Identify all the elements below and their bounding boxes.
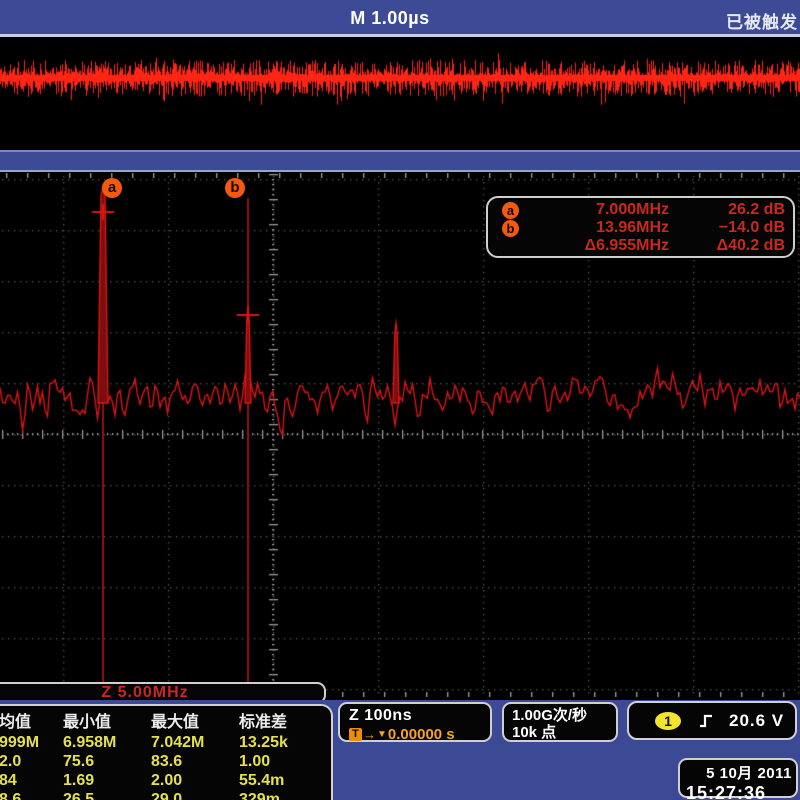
meas-cell: 13.25k (239, 733, 327, 752)
bottom-bar: 均值 最小值 最大值 标准差 999M 6.958M 7.042M 13.25k… (0, 700, 800, 800)
rising-edge-icon (699, 713, 713, 729)
meas-cell: 26.5 (63, 790, 151, 800)
trigger-t-icon: T (349, 728, 362, 741)
meas-cell: 75.6 (63, 752, 151, 771)
measurement-row: 8.6 26.5 29.0 329m (0, 790, 327, 800)
meas-cell: 1.00 (239, 752, 327, 771)
meas-cell: 55.4m (239, 771, 327, 790)
cursor-delta-row: Δ6.955MHz Δ40.2 dB (502, 237, 785, 255)
pointer-down-icon: ▼ (377, 729, 387, 740)
meas-cell: 1.69 (63, 771, 151, 790)
window-divider (0, 150, 800, 172)
trigger-status: 已被触发 (726, 8, 798, 33)
titlebar: M 1.00µs 已被触发 (0, 0, 800, 37)
meas-cell: 83.6 (151, 752, 239, 771)
cursor-b-badge: b (225, 178, 245, 198)
header-mean: 均值 (0, 708, 63, 733)
cursor-b-frequency: 13.96MHz (519, 219, 669, 237)
meas-cell: 7.042M (151, 733, 239, 752)
cursor-b-level: −14.0 dB (669, 219, 785, 237)
measurement-header-row: 均值 最小值 最大值 标准差 (0, 708, 327, 733)
meas-cell: 29.0 (151, 790, 239, 800)
cursor-delta-spacer (502, 238, 519, 255)
cursor-a-badge-icon: a (502, 202, 519, 219)
header-max: 最大值 (151, 708, 239, 733)
meas-cell: 329m (239, 790, 327, 800)
header-min: 最小值 (63, 708, 151, 733)
zoom-position-readout: T → ▼ 0.00000 s (349, 726, 490, 743)
zoom-delay-value: 0.00000 s (388, 726, 455, 743)
cursor-a-row: a 7.000MHz 26.2 dB (502, 201, 785, 219)
date-readout: 5 10月 2011 (686, 762, 792, 783)
meas-cell: 6.958M (63, 733, 151, 752)
meas-cell: 999M (0, 733, 63, 752)
measurement-table: 均值 最小值 最大值 标准差 999M 6.958M 7.042M 13.25k… (0, 708, 327, 800)
sample-rate: 1.00G次/秒 (512, 707, 616, 724)
arrow-right-icon: → (363, 727, 376, 742)
time-readout: 15:27:36 (686, 783, 792, 800)
channel-waveform-canvas (0, 40, 800, 150)
record-length: 10k 点 (512, 724, 616, 741)
channel-1-badge: 1 (655, 712, 681, 730)
main-timebase-readout: M 1.00µs (0, 8, 780, 29)
cursor-a-level: 26.2 dB (669, 201, 785, 219)
meas-cell: 84 (0, 771, 63, 790)
zoom-timebase-box: Z 100ns T → ▼ 0.00000 s (338, 702, 492, 742)
measurement-row: 999M 6.958M 7.042M 13.25k (0, 733, 327, 752)
meas-cell: 2.00 (151, 771, 239, 790)
header-stddev: 标准差 (239, 708, 327, 733)
cursor-delta-frequency: Δ6.955MHz (519, 237, 669, 255)
cursor-a-frequency: 7.000MHz (519, 201, 669, 219)
meas-cell: 8.6 (0, 790, 63, 800)
cursor-a-badge: a (102, 178, 122, 198)
datetime-box: 5 10月 2011 15:27:36 (678, 758, 798, 798)
cursor-readout-box: a 7.000MHz 26.2 dB b 13.96MHz −14.0 dB Δ… (486, 196, 795, 258)
trigger-level-value: 20.6 V (729, 711, 784, 731)
measurement-panel: 均值 最小值 最大值 标准差 999M 6.958M 7.042M 13.25k… (0, 704, 333, 800)
meas-cell: 2.0 (0, 752, 63, 771)
acquisition-box: 1.00G次/秒 10k 点 (502, 702, 618, 742)
cursor-b-badge-icon: b (502, 220, 519, 237)
channel-waveform-window (0, 40, 800, 150)
measurement-row: 2.0 75.6 83.6 1.00 (0, 752, 327, 771)
oscilloscope-screen: M 1.00µs 已被触发 a b a 7.000MHz 26.2 dB b 1… (0, 0, 800, 800)
trigger-source-box: 1 20.6 V (627, 701, 797, 740)
measurement-row: 84 1.69 2.00 55.4m (0, 771, 327, 790)
cursor-delta-level: Δ40.2 dB (669, 237, 785, 255)
cursor-b-row: b 13.96MHz −14.0 dB (502, 219, 785, 237)
zoom-timebase-readout: Z 100ns (349, 707, 490, 725)
